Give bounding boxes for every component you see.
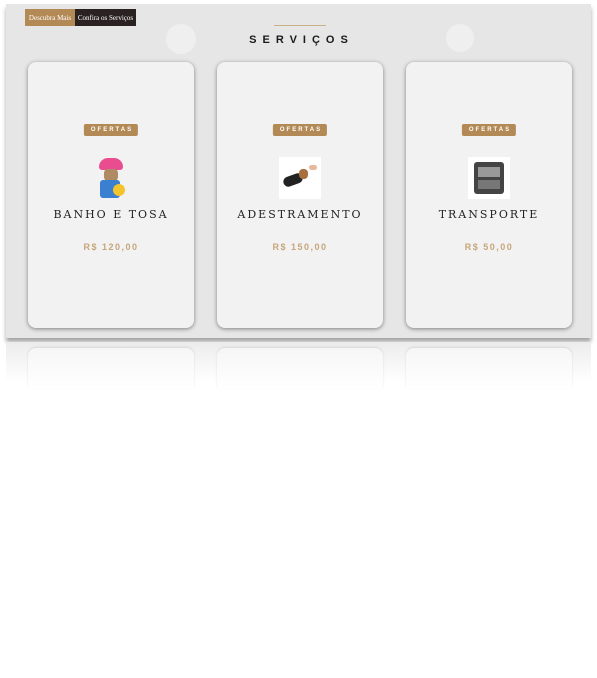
service-name: BANHO E TOSA — [53, 208, 169, 221]
transport-van-image — [468, 157, 510, 199]
title-divider — [274, 25, 326, 26]
dog-bath-image — [90, 157, 132, 199]
service-card-banho-tosa[interactable]: OFERTAS BANHO E TOSA R$ 120,00 — [28, 62, 194, 328]
card-reflection — [28, 348, 194, 388]
discover-more-button[interactable]: Descubra Mais — [25, 9, 75, 26]
card-reflection — [217, 348, 383, 388]
offer-badge: OFERTAS — [461, 124, 517, 136]
service-price: R$ 150,00 — [272, 242, 328, 252]
service-name: TRANSPORTE — [438, 208, 540, 221]
service-card-adestramento[interactable]: OFERTAS ADESTRAMENTO R$ 150,00 — [217, 62, 383, 328]
service-name: ADESTRAMENTO — [237, 208, 363, 221]
section-reflection — [6, 342, 591, 388]
section-title: SERVIÇOS — [249, 34, 354, 46]
offer-badge: OFERTAS — [272, 124, 328, 136]
services-section: Descubra Mais Confira os Serviços SERVIÇ… — [6, 4, 591, 338]
service-card-transporte[interactable]: OFERTAS TRANSPORTE R$ 50,00 — [406, 62, 572, 328]
dog-training-image — [279, 157, 321, 199]
service-price: R$ 120,00 — [83, 242, 139, 252]
service-price: R$ 50,00 — [464, 242, 514, 252]
offer-badge: OFERTAS — [83, 124, 139, 136]
card-reflection — [406, 348, 572, 388]
view-services-button[interactable]: Confira os Serviços — [75, 9, 136, 26]
